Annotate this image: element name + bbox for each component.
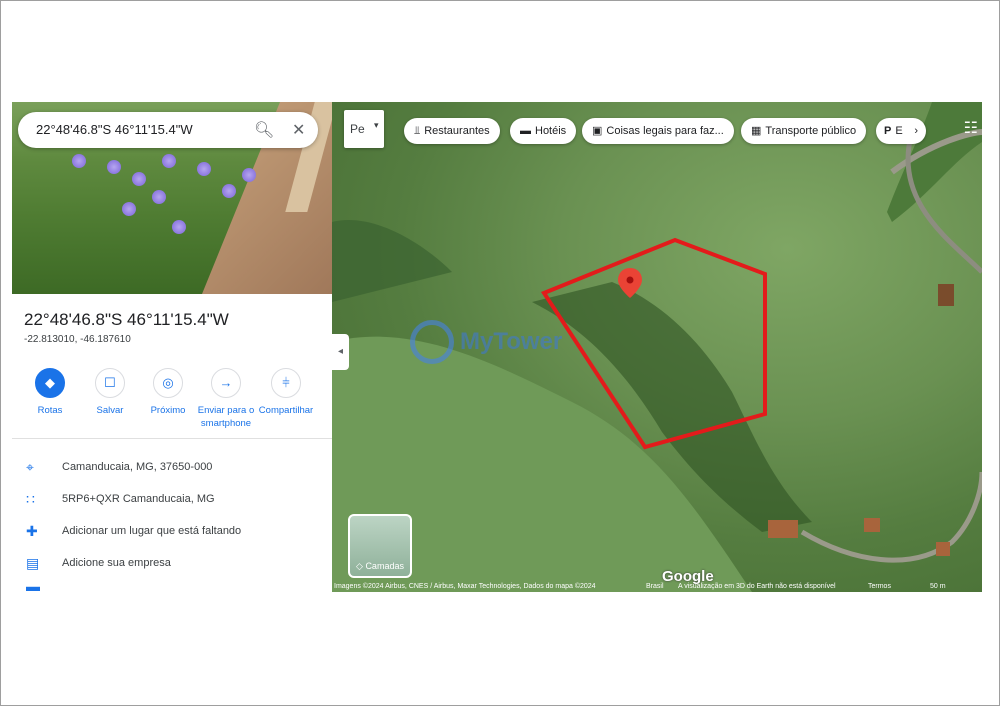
forest-patch <box>332 220 452 302</box>
save-button[interactable]: ☐ Salvar <box>80 368 140 417</box>
terms-link[interactable]: Termos <box>868 583 891 590</box>
nearby-icon: ◎ <box>153 368 183 398</box>
directions-label: Rotas <box>37 405 63 416</box>
chevron-down-icon: ▾ <box>374 120 379 130</box>
close-icon[interactable]: ✕ <box>292 120 305 140</box>
place-title: 22°48'46.8"S 46°11'15.4"W <box>24 310 229 329</box>
send-to-phone-label: Enviar para o smartphone <box>197 405 255 429</box>
share-icon: ⫩ <box>271 368 301 398</box>
add-business-text: Adicione sua empresa <box>62 557 171 569</box>
directions-icon: ◆ <box>35 368 65 398</box>
3d-notice: A visualização em 3D do Earth não está d… <box>678 583 836 590</box>
plus-code-text: 5RP6+QXR Camanducaia, MG <box>62 493 215 505</box>
flower <box>122 202 136 216</box>
add-place-icon: ✚ <box>26 523 38 539</box>
camera-icon: ▣ <box>592 125 603 137</box>
building <box>936 542 950 556</box>
flower <box>197 162 211 176</box>
imagery-attribution[interactable]: Imagens ©2024 Airbus, CNES / Airbus, Max… <box>334 583 596 590</box>
hotel-icon: ▬ <box>520 125 531 137</box>
send-to-phone-icon: → <box>211 368 241 398</box>
parking-icon: P <box>884 125 892 137</box>
dirt-road <box>800 471 982 563</box>
map-type-selector[interactable]: Pe ▾ <box>344 110 384 148</box>
flower <box>107 160 121 174</box>
search-query[interactable]: 22°48'46.8"S 46°11'15.4"W <box>36 122 193 137</box>
flower <box>222 184 236 198</box>
scale-label[interactable]: 50 m <box>930 583 946 590</box>
country-label: Brasil <box>646 583 664 590</box>
apps-grid-icon[interactable]: ☷ <box>964 118 978 138</box>
share-label: Compartilhar <box>258 405 314 416</box>
search-icon[interactable]: 🔍︎ <box>254 120 274 140</box>
building <box>864 518 880 532</box>
place-panel: 22°48'46.8"S 46°11'15.4"W 🔍︎ ✕ 22°48'46.… <box>12 102 332 592</box>
chip-hotels[interactable]: ▬ Hotéis <box>510 118 577 144</box>
layers-button[interactable]: ◇ Camadas <box>348 514 412 578</box>
watermark-text: MyTower <box>460 328 563 355</box>
flower <box>162 154 176 168</box>
transit-icon: ▦ <box>751 125 762 137</box>
building <box>768 520 798 538</box>
building <box>938 284 954 306</box>
plus-code-icon: ∷ <box>26 491 35 507</box>
nearby-button[interactable]: ◎ Próximo <box>138 368 198 417</box>
partial-row: ▬ <box>12 584 332 592</box>
add-place-text: Adicionar um lugar que está faltando <box>62 525 242 537</box>
label-icon: ▬ <box>26 584 40 592</box>
send-to-phone-button[interactable]: → Enviar para o smartphone <box>196 368 256 430</box>
action-bar: ◆ Rotas ☐ Salvar ◎ Próximo → Enviar para… <box>12 368 332 440</box>
flower <box>152 190 166 204</box>
flower <box>242 168 256 182</box>
chevron-right-icon[interactable]: › <box>914 118 918 144</box>
add-business-row[interactable]: ▤ Adicione sua empresa <box>12 553 332 577</box>
watermark-logo <box>410 320 454 364</box>
restaurant-icon: ⫫ <box>414 125 421 137</box>
flower <box>172 220 186 234</box>
decimal-coordinates: -22.813010, -46.187610 <box>24 334 131 345</box>
map-type-label: Pe <box>350 122 365 136</box>
flower <box>72 154 86 168</box>
satellite-map[interactable]: MyTower ◂ Pe ▾ ⫫ Restaurantes ▬ Hotéis ▣ Co… <box>332 102 982 592</box>
directions-button[interactable]: ◆ Rotas <box>20 368 80 417</box>
place-photo[interactable]: 22°48'46.8"S 46°11'15.4"W 🔍︎ ✕ <box>12 102 332 294</box>
chip-things-to-do[interactable]: ▣ Coisas legais para faz... <box>582 118 734 144</box>
chip-transit[interactable]: ▦ Transporte público <box>741 118 867 144</box>
location-pin-icon: ⌖ <box>26 459 34 475</box>
chip-restaurants[interactable]: ⫫ Restaurantes <box>404 118 500 144</box>
chip-parking[interactable]: P E › <box>876 118 926 144</box>
flower <box>132 172 146 186</box>
search-box[interactable]: 22°48'46.8"S 46°11'15.4"W 🔍︎ ✕ <box>18 112 318 148</box>
address-text: Camanducaia, MG, 37650-000 <box>62 461 213 473</box>
save-label: Salvar <box>96 405 124 416</box>
add-business-icon: ▤ <box>26 555 40 571</box>
collapse-panel-button[interactable]: ◂ <box>332 334 349 370</box>
plus-code-row[interactable]: ∷ 5RP6+QXR Camanducaia, MG <box>12 489 332 513</box>
nearby-label: Próximo <box>150 405 186 416</box>
layers-label: ◇ Camadas <box>356 561 404 571</box>
add-place-row[interactable]: ✚ Adicionar um lugar que está faltando <box>12 521 332 545</box>
share-button[interactable]: ⫩ Compartilhar <box>256 368 316 417</box>
pin-center <box>626 276 634 284</box>
map-footer: Imagens ©2024 Airbus, CNES / Airbus, Max… <box>332 582 982 592</box>
bookmark-icon: ☐ <box>95 368 125 398</box>
address-row[interactable]: ⌖ Camanducaia, MG, 37650-000 <box>12 457 332 481</box>
divider <box>12 438 332 439</box>
